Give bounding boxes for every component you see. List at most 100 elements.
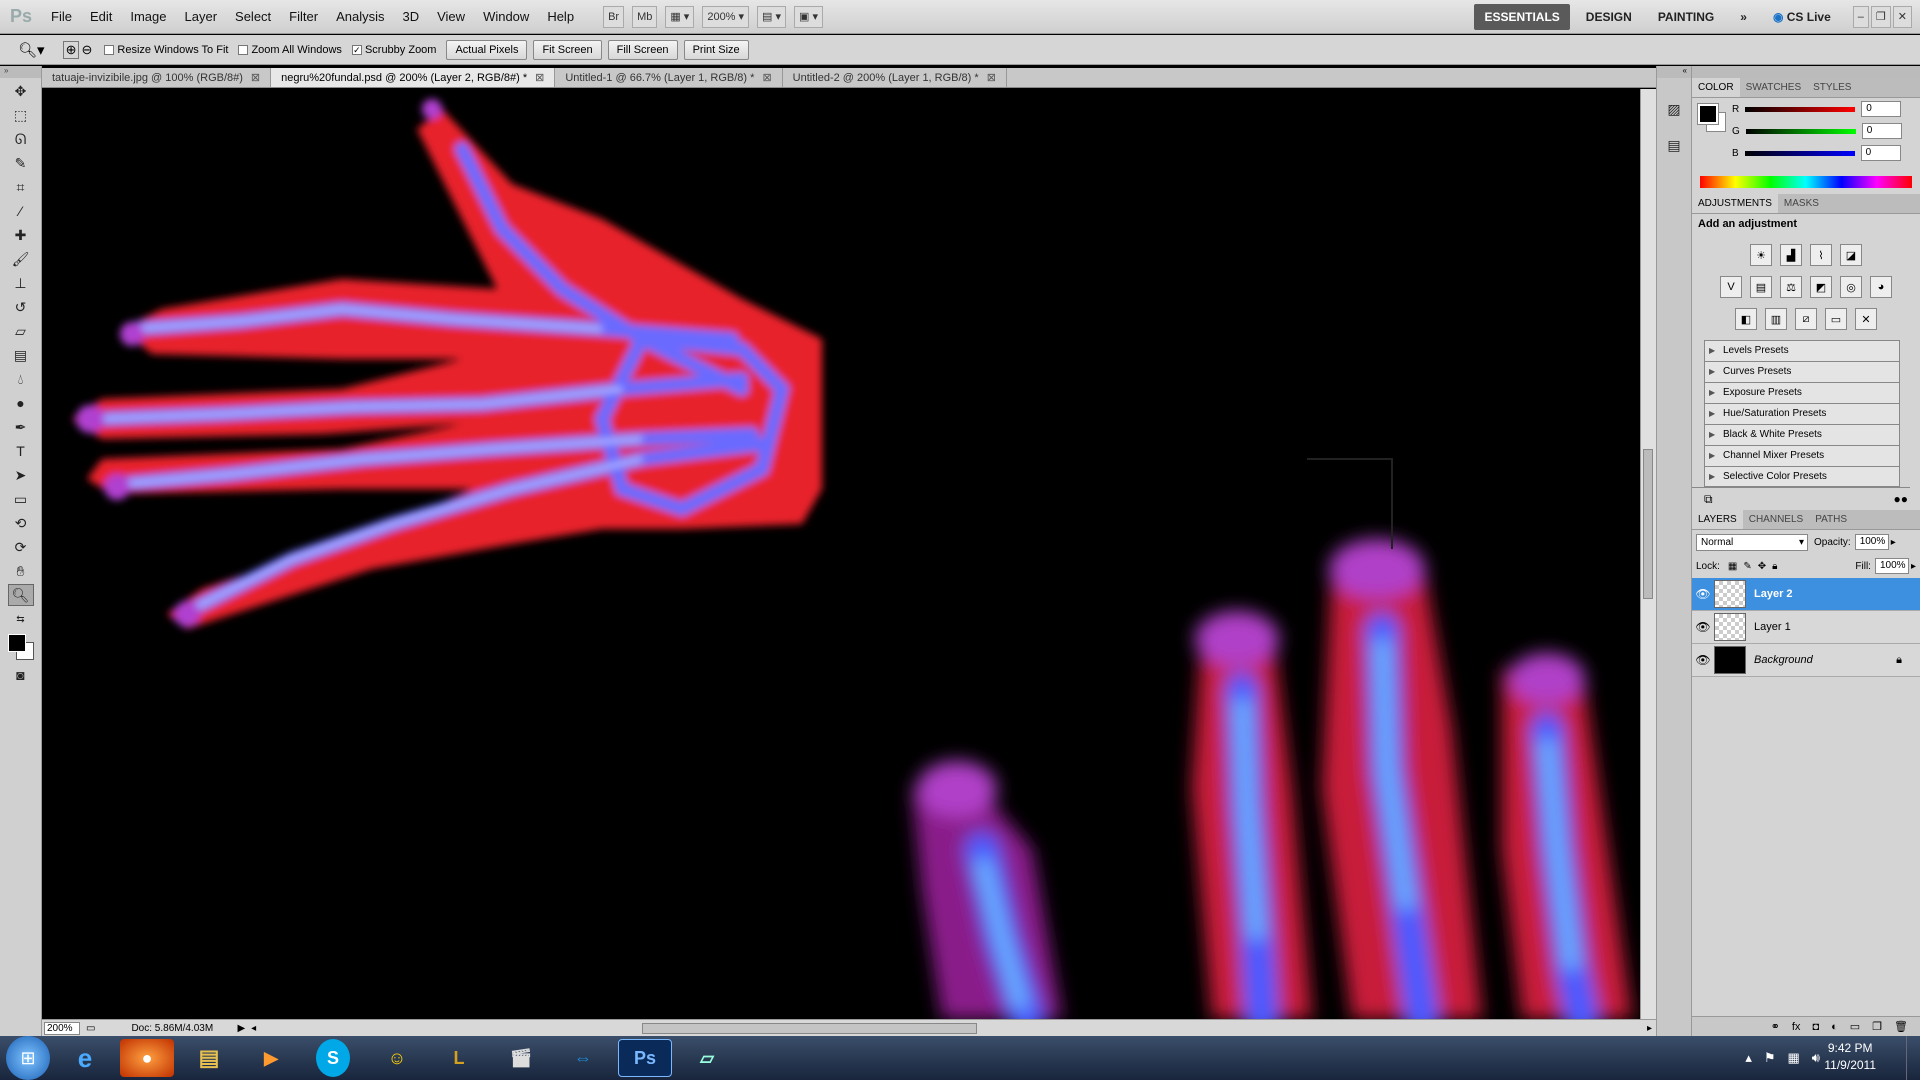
clip-to-layer-icon[interactable]: ⧉ [1704,492,1713,506]
delete-layer-icon[interactable]: 🗑︎ [1894,1020,1908,1033]
expand-icon[interactable]: « [1657,66,1691,78]
fill-arrow-icon[interactable]: ▸ [1911,561,1916,572]
document-info-icon[interactable]: ▭ [86,1023,95,1034]
swap-colors-icon[interactable]: ⇆ [8,608,34,630]
menu-view[interactable]: View [428,0,474,34]
selective-color-icon[interactable]: ✕ [1855,308,1877,330]
preset-black-white[interactable]: Black & White Presets [1704,424,1900,445]
menu-select[interactable]: Select [226,0,280,34]
visibility-eye-icon[interactable]: 👁︎ [1692,653,1714,667]
layer-row-layer-1[interactable]: 👁︎ Layer 1 [1692,611,1920,644]
red-value-input[interactable]: 0 [1861,101,1902,117]
preset-curves[interactable]: Curves Presets [1704,361,1900,382]
tab-paths[interactable]: PATHS [1809,510,1853,529]
layer-mask-icon[interactable]: ◘ [1812,1021,1819,1033]
bridge-button[interactable]: Br [603,5,625,28]
lock-all-icon[interactable]: 🔒︎ [1772,561,1777,572]
zoom-percentage-field[interactable]: 200% [44,1021,80,1035]
invert-icon[interactable]: ◧ [1735,308,1757,330]
photo-filter-icon[interactable]: ◎ [1840,276,1862,298]
lasso-tool-icon[interactable]: ᘏ [8,128,34,150]
volume-icon[interactable]: 🔊︎ [1812,1050,1820,1066]
menu-analysis[interactable]: Analysis [327,0,393,34]
status-menu-arrow-icon[interactable]: ▶ [237,1023,245,1034]
league-of-legends-icon[interactable]: L [432,1039,486,1077]
tab-untitled-1[interactable]: Untitled-1 @ 66.7% (Layer 1, RGB/8) * ⊠ [555,68,783,87]
close-tab-icon[interactable]: ⊠ [762,72,771,84]
red-slider[interactable] [1745,106,1856,112]
zoom-tool-icon[interactable]: 🔍︎ [7,584,34,606]
color-spectrum-bar[interactable] [1700,176,1912,188]
link-layers-icon[interactable]: ⚭ [1771,1020,1780,1033]
exposure-icon[interactable]: ◪ [1840,244,1862,266]
internet-explorer-icon[interactable]: e [58,1039,112,1077]
green-value-input[interactable]: 0 [1861,123,1902,139]
marquee-tool-icon[interactable]: ⬚ [8,104,34,126]
clone-stamp-tool-icon[interactable]: ⊥ [8,272,34,294]
vibrance-icon[interactable]: V [1720,276,1742,298]
show-desktop-button[interactable] [1906,1036,1920,1080]
new-group-icon[interactable]: ▭ [1850,1020,1860,1033]
collapse-icon[interactable]: » [0,66,41,78]
type-tool-icon[interactable]: T [8,440,34,462]
posterize-icon[interactable]: ▥ [1765,308,1787,330]
scroll-right-icon[interactable]: ▸ [1647,1023,1652,1034]
gradient-map-icon[interactable]: ▭ [1825,308,1847,330]
start-button[interactable]: ⊞ [6,1036,50,1080]
gradient-tool-icon[interactable]: ▤ [8,344,34,366]
file-explorer-icon[interactable]: ▤ [182,1039,236,1077]
layer-row-layer-2[interactable]: 👁︎ Layer 2 [1692,578,1920,611]
preset-levels[interactable]: Levels Presets [1704,340,1900,361]
visibility-eye-icon[interactable]: 👁︎ [1692,587,1714,601]
black-white-icon[interactable]: ◩ [1810,276,1832,298]
3d-rotate-tool-icon[interactable]: ⟲ [8,512,34,534]
quick-mask-icon[interactable]: ◙ [8,664,34,686]
fill-input[interactable]: 100% [1874,558,1909,574]
layer-name[interactable]: Layer 2 [1754,588,1793,600]
view-extras-dropdown[interactable]: ▦ ▾ [665,5,695,28]
mini-bridge-panel-icon[interactable]: ▨ [1661,98,1687,120]
quick-selection-tool-icon[interactable]: ✎ [8,152,34,174]
menu-help[interactable]: Help [538,0,583,34]
menu-edit[interactable]: Edit [81,0,121,34]
resize-windows-checkbox[interactable]: Resize Windows To Fit [104,44,228,56]
zoom-out-icon[interactable]: ⊖ [81,42,92,58]
layer-name[interactable]: Background [1754,654,1813,666]
close-tab-icon[interactable]: ⊠ [987,72,996,84]
new-layer-icon[interactable]: ❐ [1872,1020,1882,1033]
brightness-contrast-icon[interactable]: ☀ [1750,244,1772,266]
hand-tool-icon[interactable]: ✋︎ [8,560,34,582]
yahoo-messenger-icon[interactable]: ☺ [370,1039,424,1077]
fit-screen-button[interactable]: Fit Screen [533,39,602,60]
photoshop-taskbar-icon[interactable]: Ps [618,1039,672,1077]
eraser-tool-icon[interactable]: ▱ [8,320,34,342]
tab-swatches[interactable]: SWATCHES [1740,78,1808,97]
menu-file[interactable]: File [42,0,81,34]
skype-icon[interactable]: S [316,1039,350,1077]
clapperboard-app-icon[interactable]: 🎬︎ [494,1039,548,1077]
horizontal-scrollbar[interactable] [262,1022,1641,1034]
menu-image[interactable]: Image [121,0,175,34]
scrubby-zoom-checkbox[interactable]: ✓ Scrubby Zoom [351,44,436,56]
visibility-eye-icon[interactable]: 👁︎ [1692,620,1714,634]
close-tab-icon[interactable]: ⊠ [251,72,260,84]
adjustment-mask-icon[interactable]: ●● [1894,492,1909,506]
note-app-icon[interactable]: ▱ [680,1039,734,1077]
tab-layers[interactable]: LAYERS [1692,510,1743,529]
blue-value-input[interactable]: 0 [1860,145,1901,161]
more-workspaces-button[interactable]: » [1730,4,1757,30]
scroll-left-icon[interactable]: ◂ [251,1023,256,1034]
tab-untitled-2[interactable]: Untitled-2 @ 200% (Layer 1, RGB/8) * ⊠ [783,68,1007,87]
tab-styles[interactable]: STYLES [1807,78,1857,97]
layer-name[interactable]: Layer 1 [1754,621,1791,633]
document-canvas[interactable] [42,89,1640,1019]
actual-pixels-button[interactable]: Actual Pixels [446,39,528,60]
levels-icon[interactable]: ▟ [1780,244,1802,266]
horizontal-scroll-thumb[interactable] [642,1022,978,1034]
mini-bridge-button[interactable]: Mb [632,5,658,28]
layer-style-icon[interactable]: fx [1792,1021,1801,1033]
history-panel-icon[interactable]: ▤ [1661,134,1687,156]
menu-filter[interactable]: Filter [280,0,327,34]
lock-transparency-icon[interactable]: ▦ [1728,561,1737,572]
foreground-color-swatch[interactable] [6,632,36,662]
